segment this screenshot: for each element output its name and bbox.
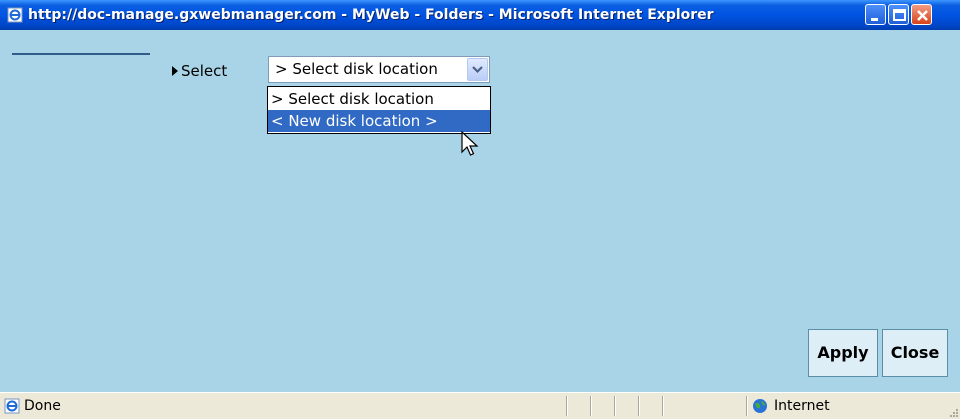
dropdown-button[interactable]: [467, 58, 488, 81]
globe-icon: [753, 399, 767, 413]
status-divider: [638, 396, 640, 416]
ie-page-icon: [7, 7, 23, 23]
option-new-disk-location[interactable]: < New disk location >: [268, 110, 490, 132]
page-content: Select > Select disk location > Select d…: [0, 30, 960, 392]
resize-grip-icon[interactable]: [948, 407, 958, 417]
option-select-disk-location[interactable]: > Select disk location: [268, 88, 490, 110]
chevron-down-icon: [472, 66, 483, 74]
maximize-icon: [893, 9, 906, 21]
close-window-button[interactable]: [911, 4, 932, 25]
status-divider: [614, 396, 616, 416]
close-button[interactable]: Close: [882, 329, 948, 377]
bullet-arrow-icon: [172, 66, 178, 76]
status-divider: [590, 396, 592, 416]
title-bar[interactable]: http://doc-manage.gxwebmanager.com - MyW…: [0, 0, 960, 30]
maximize-button[interactable]: [888, 4, 909, 25]
minimize-icon: [871, 18, 878, 21]
apply-button[interactable]: Apply: [808, 329, 878, 377]
select-label: Select: [181, 62, 228, 80]
status-text: Done: [24, 398, 61, 414]
browser-popup-window: http://doc-manage.gxwebmanager.com - MyW…: [0, 0, 960, 419]
status-divider: [662, 396, 664, 416]
security-zone-text: Internet: [774, 398, 830, 414]
select-dropdown-list: > Select disk location < New disk locati…: [267, 86, 491, 134]
minimize-button[interactable]: [865, 4, 886, 25]
ie-page-icon: [4, 398, 20, 414]
divider: [12, 53, 150, 55]
select-current-value: > Select disk location: [275, 60, 438, 78]
mouse-pointer-icon: [461, 131, 479, 156]
status-bar: Done Internet: [0, 392, 960, 419]
window-title: http://doc-manage.gxwebmanager.com - MyW…: [28, 7, 714, 23]
status-divider: [566, 396, 568, 416]
disk-location-select[interactable]: > Select disk location: [268, 56, 490, 83]
status-divider: [746, 396, 748, 416]
close-icon: [917, 10, 928, 21]
